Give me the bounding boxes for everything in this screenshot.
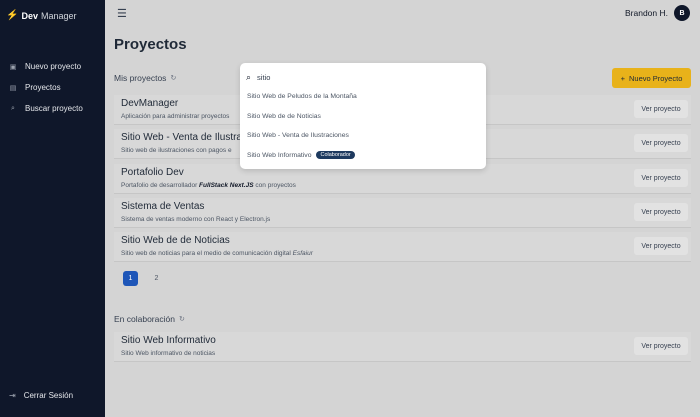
sidebar-item-search-project[interactable]: ⌕ Buscar proyecto [0, 98, 105, 119]
page-button[interactable]: 1 [123, 271, 138, 286]
my-projects-heading: Mis proyectos ↻ [114, 73, 176, 83]
sidebar: ⚡ Dev Manager ▣ Nuevo proyecto ▤ Proyecto… [0, 0, 105, 417]
devmanager-logo-icon: ⚡ [6, 10, 19, 21]
search-bar: ⌕ [246, 68, 480, 86]
collab-title: En colaboración [114, 314, 175, 324]
user-name: Brandon H. [625, 8, 668, 18]
logo-text-bold: Dev [21, 10, 38, 21]
projects-icon: ▤ [9, 84, 17, 92]
project-name: Sitio Web - Venta de Ilustraci [121, 132, 250, 143]
project-card: Sitio Web de de Noticias Sitio web de no… [114, 232, 691, 262]
logout-label: Cerrar Sesión [23, 391, 74, 400]
description-text: con proyectos [253, 182, 296, 189]
sidebar-item-label: Proyectos [25, 83, 61, 92]
top-bar: ☰ Brandon H. B [105, 0, 700, 26]
logout-button[interactable]: ⇥ Cerrar Sesión [9, 391, 73, 400]
user-menu[interactable]: Brandon H. B [625, 5, 690, 21]
search-result-label: Sitio Web de Peludos de la Montaña [247, 93, 357, 100]
project-description: Sitio Web informativo de noticias [121, 350, 216, 357]
refresh-icon[interactable]: ↻ [170, 74, 176, 82]
sidebar-nav: ▣ Nuevo proyecto ▤ Proyectos ⌕ Buscar pr… [0, 56, 105, 119]
search-result-label: Sitio Web Informativo [247, 151, 312, 159]
project-card: Sitio Web Informativo Sitio Web informat… [114, 332, 691, 362]
collaborator-badge: Colaborador [316, 151, 355, 159]
view-project-button[interactable]: Ver proyecto [634, 337, 688, 355]
project-name: Sistema de Ventas [121, 201, 205, 212]
sidebar-item-new-project[interactable]: ▣ Nuevo proyecto [0, 56, 105, 77]
page-button[interactable]: 2 [149, 271, 164, 286]
new-project-button[interactable]: + Nuevo Proyecto [612, 68, 691, 88]
sidebar-item-label: Nuevo proyecto [25, 62, 82, 71]
search-result[interactable]: Sitio Web - Venta de Ilustraciones [247, 132, 349, 139]
view-project-button[interactable]: Ver proyecto [634, 134, 688, 152]
project-name: Portafolio Dev [121, 167, 184, 178]
my-projects-title: Mis proyectos [114, 73, 167, 83]
project-description: Sistema de ventas moderno con React y El… [121, 216, 271, 223]
search-result[interactable]: Sitio Web Informativo Colaborador [247, 151, 355, 159]
search-result-label: Sitio Web de de Noticias [247, 113, 321, 120]
new-project-button-label: Nuevo Proyecto [629, 73, 683, 83]
refresh-icon[interactable]: ↻ [179, 315, 185, 323]
view-project-button[interactable]: Ver proyecto [634, 203, 688, 221]
project-description: Sitio web de noticias para el medio de c… [121, 250, 313, 257]
avatar[interactable]: B [674, 5, 690, 21]
search-result[interactable]: Sitio Web de Peludos de la Montaña [247, 93, 357, 100]
description-text: Portafolio de desarrollador [121, 182, 200, 189]
logout-icon: ⇥ [9, 391, 16, 400]
app-logo[interactable]: ⚡ Dev Manager [6, 10, 77, 21]
search-input[interactable] [257, 72, 458, 82]
search-result[interactable]: Sitio Web de de Noticias [247, 113, 321, 120]
new-project-icon: ▣ [9, 63, 17, 71]
project-name: Sitio Web de de Noticias [121, 235, 230, 246]
description-highlight: FullStack Next.JS [199, 182, 254, 189]
project-description: Sitio web de ilustraciones con pagos e [121, 147, 232, 154]
plus-icon: + [620, 73, 625, 83]
view-project-button[interactable]: Ver proyecto [634, 100, 688, 118]
project-description: Aplicación para administrar proyectos [121, 113, 230, 120]
project-name: DevManager [121, 98, 179, 109]
search-icon: ⌕ [246, 71, 252, 82]
page-title: Proyectos [114, 36, 187, 53]
search-result-label: Sitio Web - Venta de Ilustraciones [247, 132, 349, 139]
sidebar-item-label: Buscar proyecto [25, 104, 83, 113]
sidebar-item-projects[interactable]: ▤ Proyectos [0, 77, 105, 98]
description-text: Sitio web de noticias para el medio de c… [121, 250, 293, 257]
project-name: Sitio Web Informativo [121, 335, 216, 346]
view-project-button[interactable]: Ver proyecto [634, 169, 688, 187]
logo-text-light: Manager [40, 10, 77, 21]
hamburger-menu-icon[interactable]: ☰ [117, 7, 127, 20]
search-icon: ⌕ [11, 104, 15, 112]
search-popup: ⌕ Sitio Web de Peludos de la Montaña Sit… [240, 63, 486, 169]
description-italic: Esfaiur [292, 250, 313, 257]
project-card: Sistema de Ventas Sistema de ventas mode… [114, 198, 691, 228]
collab-heading: En colaboración ↻ [114, 314, 185, 324]
project-description: Portafolio de desarrollador FullStack Ne… [121, 182, 296, 189]
pagination: 1 2 [123, 271, 164, 286]
view-project-button[interactable]: Ver proyecto [634, 237, 688, 255]
